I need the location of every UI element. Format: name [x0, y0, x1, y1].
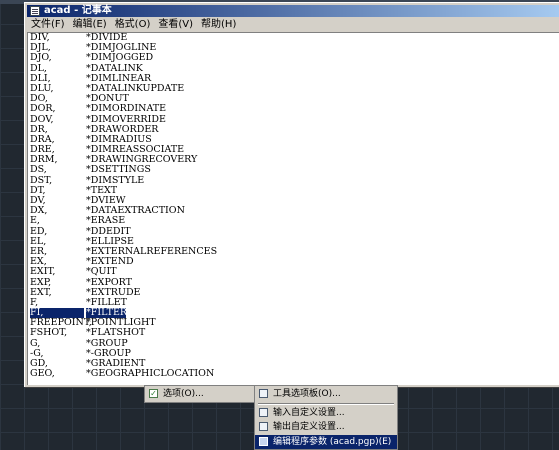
menu-file[interactable]: 文件(F)	[27, 17, 69, 32]
command-name: *GEOGRAPHICLOCATION	[86, 368, 215, 380]
tool-palette-icon	[259, 389, 268, 398]
import-customizations-menu-item[interactable]: 输入自定义设置...	[255, 406, 397, 420]
command-alias: EXIT,	[30, 266, 56, 278]
command-name: *DIMORDINATE	[86, 103, 167, 115]
text-line[interactable]: EXIT, *QUIT	[28, 267, 559, 277]
notepad-icon	[30, 6, 40, 16]
import-icon	[259, 408, 268, 417]
edit-program-parameters-menu-item[interactable]: 编辑程序参数 (acad.pgp)(E)	[255, 435, 397, 449]
command-alias: DOR,	[30, 103, 56, 115]
menu-format[interactable]: 格式(O)	[111, 17, 155, 32]
options-context-menu: ✓ 选项(O)...	[144, 385, 256, 403]
menu-edit[interactable]: 编辑(E)	[69, 17, 111, 32]
menu-view[interactable]: 查看(V)	[154, 17, 197, 32]
menu-bar: 文件(F) 编辑(E) 格式(O) 查看(V) 帮助(H)	[27, 17, 559, 32]
notepad-window: acad - 记事本 文件(F) 编辑(E) 格式(O) 查看(V) 帮助(H)…	[24, 2, 559, 387]
title-bar[interactable]: acad - 记事本	[27, 5, 559, 17]
text-line[interactable]: DOR, *DIMORDINATE	[28, 104, 559, 114]
text-line[interactable]: GEO, *GEOGRAPHICLOCATION	[28, 368, 559, 380]
tool-palettes-menu-item[interactable]: 工具选项板(O)...	[255, 387, 397, 401]
check-icon: ✓	[149, 389, 158, 398]
edit-file-icon	[259, 437, 268, 446]
window-title: acad - 记事本	[44, 5, 112, 16]
menu-separator	[258, 403, 394, 405]
tools-context-menu: 工具选项板(O)... 输入自定义设置... 输出自定义设置... 编辑程序参数…	[254, 385, 398, 450]
command-name: *QUIT	[86, 266, 117, 278]
options-menu-item[interactable]: ✓ 选项(O)...	[145, 387, 255, 401]
text-editor-area[interactable]: DIV, *DIVIDE DJL, *DIMJOGLINE DJO, *DIMJOGGED…	[27, 32, 559, 385]
menu-help[interactable]: 帮助(H)	[197, 17, 240, 32]
export-customizations-menu-item[interactable]: 输出自定义设置...	[255, 420, 397, 434]
export-icon	[259, 422, 268, 431]
command-alias: GEO,	[30, 368, 55, 380]
